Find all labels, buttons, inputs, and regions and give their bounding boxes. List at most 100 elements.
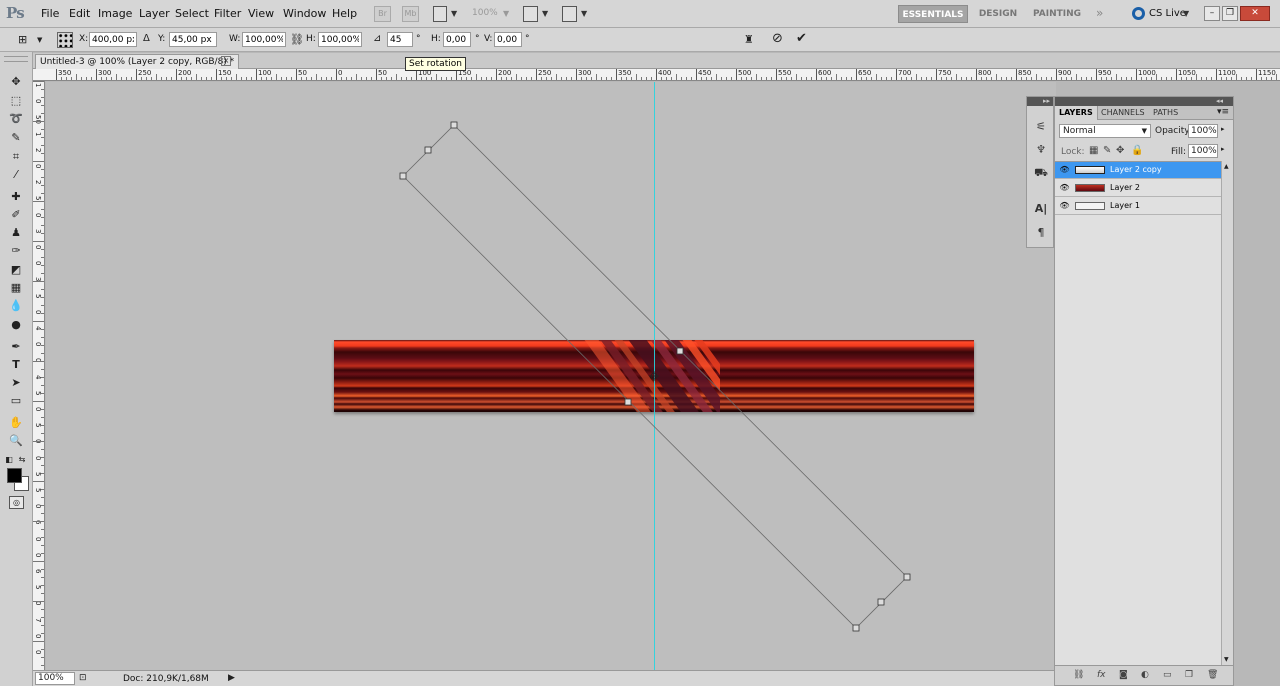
y-input[interactable] [169, 32, 217, 47]
minimize-button[interactable]: – [1204, 6, 1220, 21]
vskew-input[interactable] [494, 32, 522, 47]
chevron-down-icon[interactable]: ▼ [37, 36, 42, 44]
layer-row-layer-1[interactable]: 👁 Layer 1 [1055, 198, 1221, 215]
free-transform-box[interactable] [46, 82, 1056, 670]
link-icon[interactable]: ⛓ [290, 33, 304, 46]
view-extras-icon[interactable] [433, 6, 447, 22]
new-group-icon[interactable]: ▭ [1163, 670, 1172, 680]
x-input[interactable] [89, 32, 137, 47]
canvas[interactable] [46, 82, 1056, 670]
vertical-ruler[interactable]: 1050120250300350400450500550600650700 [33, 81, 45, 670]
chevron-down-icon[interactable]: ▼ [542, 9, 548, 18]
fill-input[interactable]: 100% [1188, 144, 1218, 158]
scroll-up-icon[interactable]: ▲ [1224, 163, 1229, 170]
close-button[interactable]: ✕ [1240, 6, 1270, 21]
menu-edit[interactable]: Edit [69, 7, 90, 20]
trash-icon[interactable]: 🗑 [1207, 670, 1218, 680]
height-input[interactable] [318, 32, 362, 47]
lock-position-icon[interactable]: ✥ [1116, 145, 1124, 156]
workspace-essentials[interactable]: ESSENTIALS [898, 5, 968, 23]
eye-icon[interactable]: 👁 [1059, 183, 1070, 192]
clone-source-icon[interactable]: ♆ [1033, 142, 1049, 158]
menu-select[interactable]: Select [175, 7, 209, 20]
layer-style-icon[interactable]: fx [1097, 670, 1106, 680]
lock-transparent-icon[interactable]: ▦ [1089, 145, 1098, 156]
character-panel-icon[interactable]: A| [1033, 201, 1049, 217]
cs-live-menu[interactable]: CS Live [1149, 8, 1186, 19]
swap-colors-icon[interactable]: ⇆ [16, 452, 28, 468]
tab-paths[interactable]: PATHS [1149, 106, 1182, 120]
eye-icon[interactable]: 👁 [1059, 165, 1070, 174]
more-workspaces-icon[interactable]: » [1096, 6, 1103, 20]
quick-selection-tool-icon[interactable]: ✎ [6, 130, 26, 146]
hand-tool-icon[interactable]: ✋ [6, 415, 26, 431]
hskew-input[interactable] [443, 32, 471, 47]
dodge-tool-icon[interactable]: ● [6, 317, 26, 333]
layer-row-layer-2[interactable]: 👁 Layer 2 [1055, 180, 1221, 197]
chevron-down-icon[interactable]: ▼ [581, 9, 587, 18]
reference-point-icon[interactable] [57, 32, 73, 48]
arrange-documents-icon[interactable] [523, 6, 538, 22]
link-layers-icon[interactable]: ⛓ [1073, 670, 1084, 680]
menu-filter[interactable]: Filter [214, 7, 241, 20]
type-tool-icon[interactable]: T [6, 357, 26, 373]
tab-channels[interactable]: CHANNELS [1097, 106, 1149, 120]
tool-presets-icon[interactable]: ⛟ [1033, 165, 1049, 181]
proof-icon[interactable]: ⊡ [79, 673, 87, 683]
lasso-tool-icon[interactable]: ➰ [6, 111, 26, 127]
panel-menu-icon[interactable]: ▾≡ [1217, 107, 1229, 117]
workspace-painting[interactable]: PAINTING [1031, 5, 1083, 23]
layer-row-layer-2-copy[interactable]: 👁 Layer 2 copy [1055, 162, 1221, 179]
add-mask-icon[interactable]: ◙ [1119, 670, 1128, 680]
workspace-design[interactable]: DESIGN [976, 5, 1020, 23]
status-zoom-input[interactable]: 100% [35, 672, 75, 685]
document-tab[interactable]: Untitled-3 @ 100% (Layer 2 copy, RGB/8) … [35, 54, 240, 69]
close-icon[interactable]: × [221, 56, 231, 66]
lock-all-icon[interactable]: 🔒 [1131, 145, 1143, 156]
screen-mode-icon[interactable] [562, 6, 577, 22]
panel-grip[interactable] [4, 56, 28, 62]
fill-slider-arrow-icon[interactable]: ▸ [1221, 145, 1225, 153]
chevron-down-icon[interactable]: ▼ [451, 9, 457, 18]
rectangle-tool-icon[interactable]: ▭ [6, 393, 26, 409]
move-tool-icon[interactable]: ✥ [6, 74, 26, 90]
gradient-tool-icon[interactable]: ▦ [6, 280, 26, 296]
scroll-down-icon[interactable]: ▼ [1224, 656, 1229, 663]
foreground-color-swatch[interactable] [7, 468, 22, 483]
healing-brush-tool-icon[interactable]: ✚ [6, 189, 26, 205]
minibridge-icon[interactable]: Mb [402, 6, 419, 22]
transform-tool-icon[interactable]: ⊞ [18, 33, 27, 46]
adjustment-layer-icon[interactable]: ◐ [1141, 670, 1149, 680]
expand-dock-icon[interactable]: ▸▸ [1027, 97, 1053, 106]
quick-mask-icon[interactable]: ◎ [9, 496, 24, 509]
menu-window[interactable]: Window [283, 7, 326, 20]
pen-tool-icon[interactable]: ✒ [6, 339, 26, 355]
clone-stamp-tool-icon[interactable]: ♟ [6, 225, 26, 241]
rotation-input[interactable] [387, 32, 413, 47]
new-layer-icon[interactable]: ❐ [1185, 670, 1193, 680]
brush-presets-icon[interactable]: ⚟ [1033, 119, 1049, 135]
menu-help[interactable]: Help [332, 7, 357, 20]
eyedropper-tool-icon[interactable]: ⁄ [6, 167, 26, 183]
blend-mode-select[interactable]: Normal ▼ [1059, 124, 1151, 138]
cancel-transform-icon[interactable]: ⊘ [772, 31, 783, 46]
chevron-down-icon[interactable]: ▼ [1183, 9, 1189, 18]
chevron-down-icon[interactable]: ▼ [503, 9, 509, 18]
warp-mode-icon[interactable]: ♜ [744, 33, 754, 46]
history-brush-tool-icon[interactable]: ✑ [6, 243, 26, 259]
menu-image[interactable]: Image [98, 7, 132, 20]
brush-tool-icon[interactable]: ✐ [6, 207, 26, 223]
eye-icon[interactable]: 👁 [1059, 201, 1070, 210]
width-input[interactable] [242, 32, 286, 47]
menu-file[interactable]: File [41, 7, 59, 20]
zoom-tool-icon[interactable]: 🔍 [6, 433, 26, 449]
paragraph-panel-icon[interactable]: ¶ [1033, 225, 1049, 241]
restore-button[interactable]: ❐ [1222, 6, 1238, 21]
lock-pixels-icon[interactable]: ✎ [1103, 145, 1111, 156]
horizontal-ruler[interactable]: 350 300 250 200 150 100 50 0 50 100 150 200 250 300 35… [33, 69, 1280, 81]
cs-live-icon[interactable] [1132, 7, 1145, 20]
menu-view[interactable]: View [248, 7, 274, 20]
tab-layers[interactable]: LAYERS [1055, 106, 1098, 120]
blur-tool-icon[interactable]: 💧 [6, 298, 26, 314]
relative-position-icon[interactable]: Δ [143, 33, 150, 44]
